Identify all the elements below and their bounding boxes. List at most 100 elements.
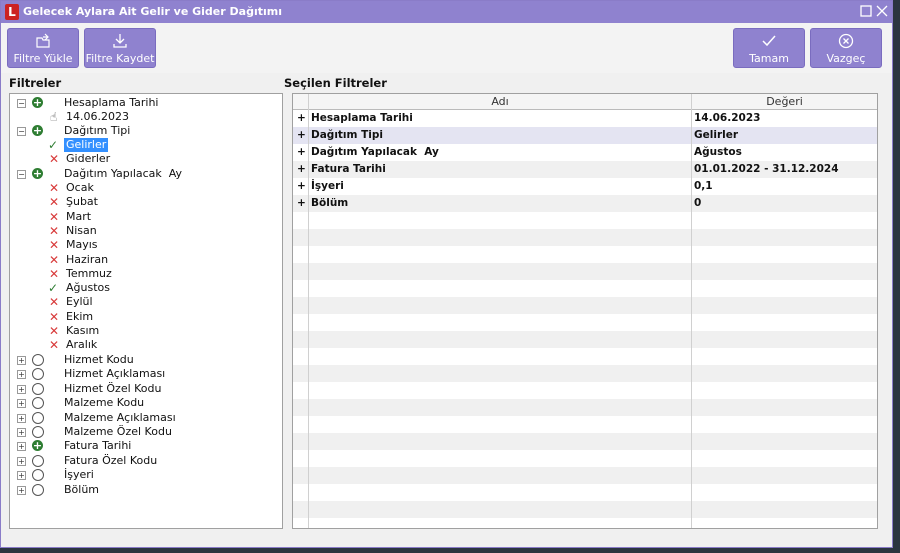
cross-icon: ✕: [49, 295, 60, 310]
inactive-filter-icon: [32, 368, 44, 381]
secilen-filtreler-heading: Seçilen Filtreler: [284, 76, 387, 90]
tree-node-filter[interactable]: + Fatura Özel Kodu: [10, 454, 280, 468]
cancel-circle-icon: [811, 32, 881, 50]
table-row[interactable]: [293, 399, 877, 416]
tree-node-label: Hizmet Açıklaması: [64, 367, 166, 381]
vazgec-button[interactable]: Vazgeç: [810, 28, 882, 68]
selected-filters-grid[interactable]: Adı Değeri + Hesaplama Tarihi 14.06.2023 + D…: [292, 93, 878, 529]
toolbar: Filtre Yükle Filtre Kaydet Tamam Vazgeç: [1, 23, 892, 73]
tree-node-filter[interactable]: + Hizmet Kodu: [10, 353, 280, 367]
table-row[interactable]: + İşyeri 0,1: [293, 178, 877, 195]
expand-icon[interactable]: +: [17, 413, 26, 423]
table-row[interactable]: [293, 484, 877, 501]
cross-icon: ✕: [49, 209, 60, 224]
expand-icon[interactable]: +: [17, 485, 26, 495]
column-header-degeri[interactable]: Değeri: [692, 94, 877, 109]
cell-name: İşyeri: [311, 180, 344, 192]
tree-node-filter[interactable]: + Malzeme Kodu: [10, 396, 280, 410]
tree-option-label: Nisan: [66, 223, 97, 237]
filtre-kaydet-button[interactable]: Filtre Kaydet: [84, 28, 156, 68]
cell-value: 01.01.2022 - 31.12.2024: [694, 163, 839, 175]
tree-node-label: Fatura Tarihi: [64, 439, 132, 453]
filter-tree[interactable]: − + Hesaplama Tarihi ☝ 14.06.2023 − + Da…: [9, 93, 283, 529]
active-filter-icon: +: [32, 167, 43, 180]
tree-node-filter[interactable]: + Hizmet Özel Kodu: [10, 382, 280, 396]
expand-icon[interactable]: +: [17, 428, 26, 437]
tree-node-filter[interactable]: + Malzeme Açıklaması: [10, 411, 280, 425]
inactive-filter-icon: [32, 483, 44, 496]
row-expand-icon[interactable]: +: [297, 195, 306, 212]
tree-node-filter[interactable]: + Hizmet Açıklaması: [10, 367, 280, 381]
folder-open-icon: [8, 32, 78, 50]
tree-node-dagitim-tipi[interactable]: − + Dağıtım Tipi: [10, 124, 280, 138]
filtre-yukle-label: Filtre Yükle: [13, 52, 73, 65]
table-row[interactable]: [293, 416, 877, 433]
table-row[interactable]: [293, 212, 877, 229]
table-row[interactable]: + Fatura Tarihi 01.01.2022 - 31.12.2024: [293, 161, 877, 178]
expand-icon[interactable]: +: [17, 384, 26, 394]
close-button[interactable]: [875, 4, 889, 18]
table-row[interactable]: + Dağıtım Tipi Gelirler: [293, 127, 877, 144]
collapse-icon[interactable]: −: [17, 127, 26, 136]
expand-icon[interactable]: +: [17, 356, 26, 365]
tree-node-filter[interactable]: + Bölüm: [10, 483, 280, 497]
table-row[interactable]: [293, 450, 877, 467]
tree-option-label: Kasım: [66, 324, 100, 337]
row-expand-icon[interactable]: +: [297, 161, 306, 178]
table-row[interactable]: [293, 365, 877, 382]
table-row[interactable]: + Hesaplama Tarihi 14.06.2023: [293, 110, 877, 127]
column-header-adi[interactable]: Adı: [309, 94, 691, 109]
table-row[interactable]: [293, 246, 877, 263]
cross-icon: ✕: [49, 195, 60, 210]
tree-option-label: Aralık: [66, 338, 98, 352]
table-row[interactable]: [293, 314, 877, 331]
cell-name: Dağıtım Tipi: [311, 129, 384, 141]
tree-node-dagitim-ay[interactable]: − + Dağıtım Yapılacak Ay: [10, 167, 280, 181]
table-row[interactable]: + Dağıtım Yapılacak Ay Ağustos: [293, 144, 877, 161]
tree-option-label: Mart: [66, 209, 92, 223]
expand-icon[interactable]: +: [17, 399, 26, 409]
tamam-label: Tamam: [749, 52, 789, 65]
table-row[interactable]: [293, 280, 877, 297]
grid-divider: [691, 94, 692, 528]
inactive-filter-icon: [32, 469, 44, 482]
row-expand-icon[interactable]: +: [297, 178, 306, 195]
filtre-yukle-button[interactable]: Filtre Yükle: [7, 28, 79, 68]
table-row[interactable]: + Bölüm 0: [293, 195, 877, 212]
tree-option-label: Ekim: [66, 309, 94, 323]
expand-icon[interactable]: +: [17, 442, 26, 452]
cross-icon: ✕: [49, 266, 60, 281]
maximize-button[interactable]: [859, 4, 873, 18]
table-row[interactable]: [293, 501, 877, 518]
table-row[interactable]: [293, 229, 877, 246]
tree-node-filter[interactable]: + Malzeme Özel Kodu: [10, 425, 280, 439]
table-row[interactable]: [293, 382, 877, 399]
table-row[interactable]: [293, 263, 877, 280]
tree-node-filter[interactable]: + + Fatura Tarihi: [10, 439, 280, 453]
row-expand-icon[interactable]: +: [297, 127, 306, 144]
expand-icon[interactable]: +: [17, 471, 26, 481]
table-row[interactable]: [293, 467, 877, 484]
row-expand-icon[interactable]: +: [297, 144, 306, 161]
tree-option-label: Eylül: [66, 295, 93, 309]
row-expand-icon[interactable]: +: [297, 110, 306, 127]
cross-icon: ✕: [49, 181, 60, 195]
table-row[interactable]: [293, 331, 877, 348]
horizontal-scrollbar[interactable]: [292, 529, 878, 541]
expand-icon[interactable]: +: [17, 456, 26, 466]
cell-value: 0,1: [694, 180, 713, 192]
hand-cursor-icon: ☝: [50, 110, 58, 124]
tamam-button[interactable]: Tamam: [733, 28, 805, 68]
tree-node-label: Fatura Özel Kodu: [64, 453, 158, 467]
table-row[interactable]: [293, 433, 877, 450]
table-row[interactable]: [293, 348, 877, 365]
cross-icon: ✕: [49, 252, 60, 267]
tree-node-label: Malzeme Açıklaması: [64, 410, 176, 424]
table-row[interactable]: [293, 297, 877, 314]
expand-icon[interactable]: +: [17, 370, 26, 380]
tree-node-filter[interactable]: + İşyeri: [10, 468, 280, 482]
collapse-icon[interactable]: −: [17, 99, 26, 108]
tree-node-hesaplama-tarihi[interactable]: − + Hesaplama Tarihi: [10, 96, 280, 110]
collapse-icon[interactable]: −: [17, 170, 26, 179]
filtre-kaydet-label: Filtre Kaydet: [85, 52, 155, 65]
